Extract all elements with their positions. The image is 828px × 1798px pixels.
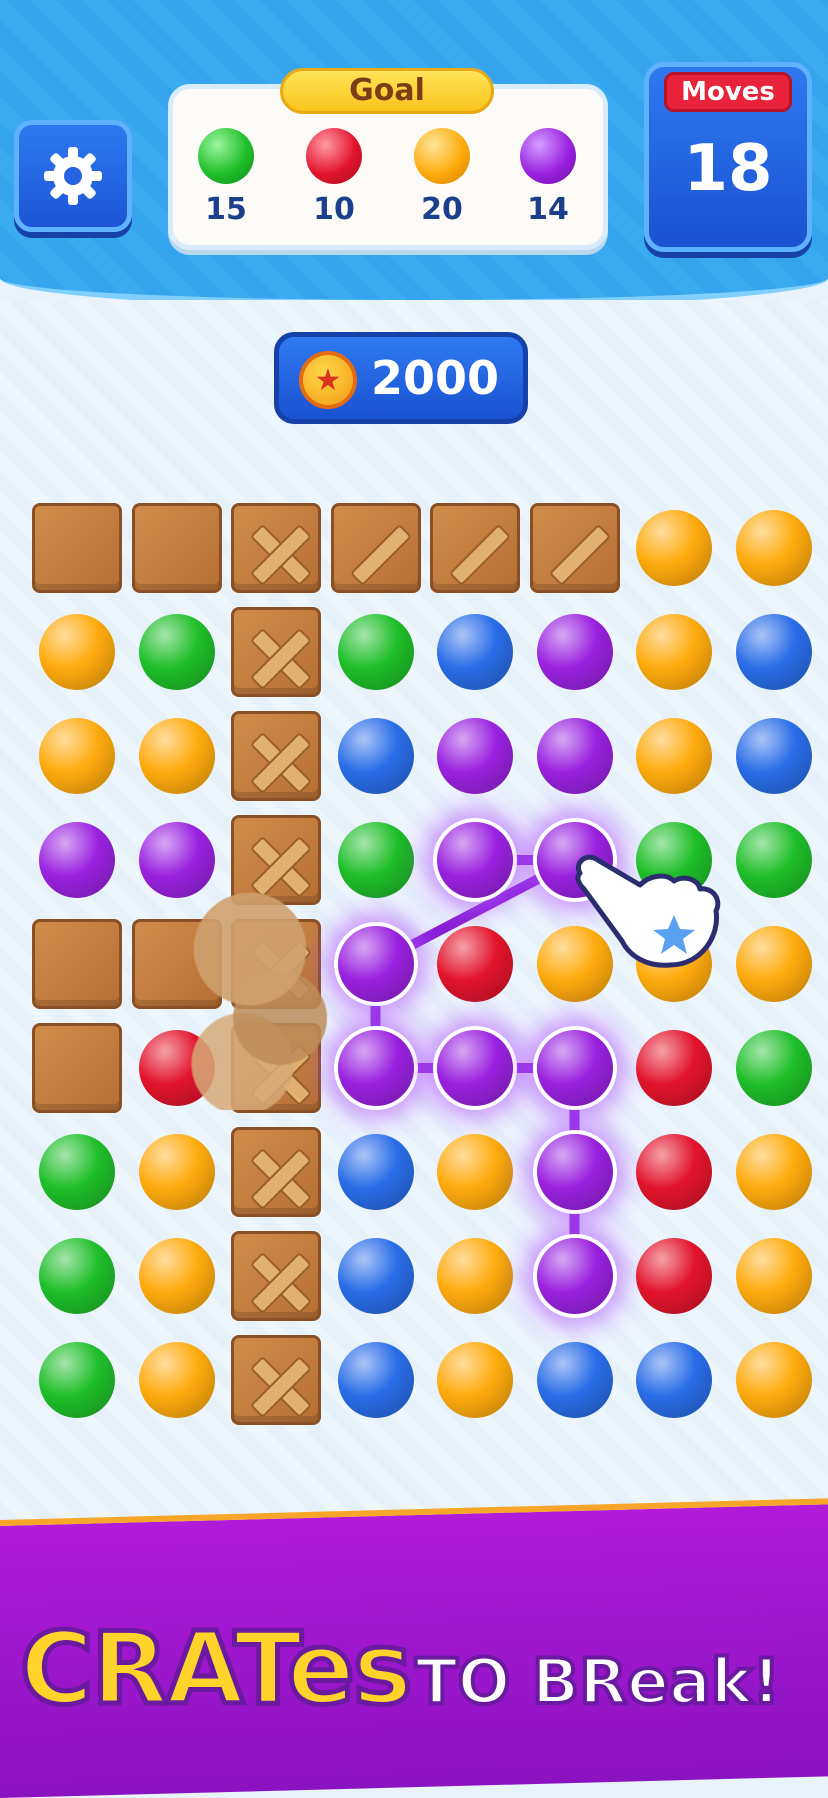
goal-item-yellow: 20 xyxy=(402,128,482,227)
coin-counter: ★ 2000 xyxy=(274,332,528,424)
crate-tile[interactable] xyxy=(32,919,122,1009)
crate-tile[interactable] xyxy=(131,503,222,593)
purple-ball[interactable] xyxy=(536,1238,613,1314)
yellow-ball[interactable] xyxy=(636,614,712,690)
settings-button[interactable] xyxy=(14,120,132,232)
yellow-ball[interactable] xyxy=(437,1342,513,1418)
purple-ball[interactable] xyxy=(536,718,613,794)
yellow-ball-icon xyxy=(414,128,470,184)
blue-ball[interactable] xyxy=(735,614,812,690)
moves-counter: 18 xyxy=(683,132,773,206)
red-ball[interactable] xyxy=(437,926,513,1002)
red-ball-icon xyxy=(306,128,362,184)
crate-break-debris xyxy=(190,880,340,1110)
goal-count: 10 xyxy=(313,192,355,227)
green-ball[interactable] xyxy=(138,614,215,690)
crate-tile[interactable] xyxy=(32,1023,122,1113)
yellow-ball[interactable] xyxy=(138,1134,215,1210)
crate-tile[interactable] xyxy=(231,503,321,593)
purple-ball[interactable] xyxy=(536,1134,613,1210)
yellow-ball[interactable] xyxy=(735,926,812,1002)
purple-ball[interactable] xyxy=(39,822,115,898)
green-ball[interactable] xyxy=(337,614,414,690)
red-ball[interactable] xyxy=(636,1238,712,1314)
yellow-ball[interactable] xyxy=(138,1342,215,1418)
goal-item-red: 10 xyxy=(294,128,374,227)
green-ball[interactable] xyxy=(39,1238,115,1314)
purple-ball[interactable] xyxy=(437,822,513,898)
pointer-hand-icon xyxy=(575,854,721,968)
crate-tile[interactable] xyxy=(231,711,321,801)
purple-ball[interactable] xyxy=(437,1030,513,1106)
yellow-ball[interactable] xyxy=(735,510,812,586)
goal-item-purple: 14 xyxy=(508,128,588,227)
goal-count: 20 xyxy=(421,192,463,227)
green-ball[interactable] xyxy=(337,822,414,898)
promo-word-break: TO BReak! xyxy=(413,1643,782,1720)
purple-ball[interactable] xyxy=(337,1030,414,1106)
moves-label: Moves xyxy=(664,72,792,112)
red-ball[interactable] xyxy=(636,1030,712,1106)
yellow-ball[interactable] xyxy=(39,614,115,690)
yellow-ball[interactable] xyxy=(39,718,115,794)
crate-tile[interactable] xyxy=(330,503,421,593)
red-ball[interactable] xyxy=(636,1134,712,1210)
yellow-ball[interactable] xyxy=(735,1238,812,1314)
green-ball[interactable] xyxy=(735,822,812,898)
blue-ball[interactable] xyxy=(337,1238,414,1314)
yellow-ball[interactable] xyxy=(138,718,215,794)
blue-ball[interactable] xyxy=(337,1134,414,1210)
gear-icon xyxy=(44,147,102,205)
blue-ball[interactable] xyxy=(337,1342,414,1418)
coin-star-icon: ★ xyxy=(299,351,357,409)
yellow-ball[interactable] xyxy=(735,1342,812,1418)
green-ball[interactable] xyxy=(735,1030,812,1106)
goal-item-green: 15 xyxy=(186,128,266,227)
yellow-ball[interactable] xyxy=(138,1238,215,1314)
promo-headline: CRATes TO BReak! xyxy=(17,1608,820,1730)
green-ball[interactable] xyxy=(39,1134,115,1210)
crate-tile[interactable] xyxy=(430,503,520,593)
crate-tile[interactable] xyxy=(32,503,122,593)
crate-tile[interactable] xyxy=(231,1335,321,1425)
goal-count: 14 xyxy=(527,192,569,227)
yellow-ball[interactable] xyxy=(735,1134,812,1210)
coin-value: 2000 xyxy=(371,351,500,405)
yellow-ball[interactable] xyxy=(636,718,712,794)
crate-tile[interactable] xyxy=(231,1231,321,1321)
blue-ball[interactable] xyxy=(636,1342,712,1418)
yellow-ball[interactable] xyxy=(636,510,712,586)
crate-tile[interactable] xyxy=(231,1127,321,1217)
purple-ball[interactable] xyxy=(337,926,414,1002)
crate-tile[interactable] xyxy=(529,503,620,593)
green-ball-icon xyxy=(198,128,254,184)
purple-ball[interactable] xyxy=(536,614,613,690)
green-ball[interactable] xyxy=(39,1342,115,1418)
blue-ball[interactable] xyxy=(437,614,513,690)
blue-ball[interactable] xyxy=(337,718,414,794)
purple-ball-icon xyxy=(520,128,576,184)
blue-ball[interactable] xyxy=(735,718,812,794)
blue-ball[interactable] xyxy=(536,1342,613,1418)
crate-tile[interactable] xyxy=(231,607,321,697)
purple-ball[interactable] xyxy=(437,718,513,794)
yellow-ball[interactable] xyxy=(437,1134,513,1210)
purple-ball[interactable] xyxy=(536,1030,613,1106)
yellow-ball[interactable] xyxy=(437,1238,513,1314)
promo-word-crates: CRATes xyxy=(17,1608,414,1730)
goal-label: Goal xyxy=(280,68,494,114)
goal-count: 15 xyxy=(205,192,247,227)
